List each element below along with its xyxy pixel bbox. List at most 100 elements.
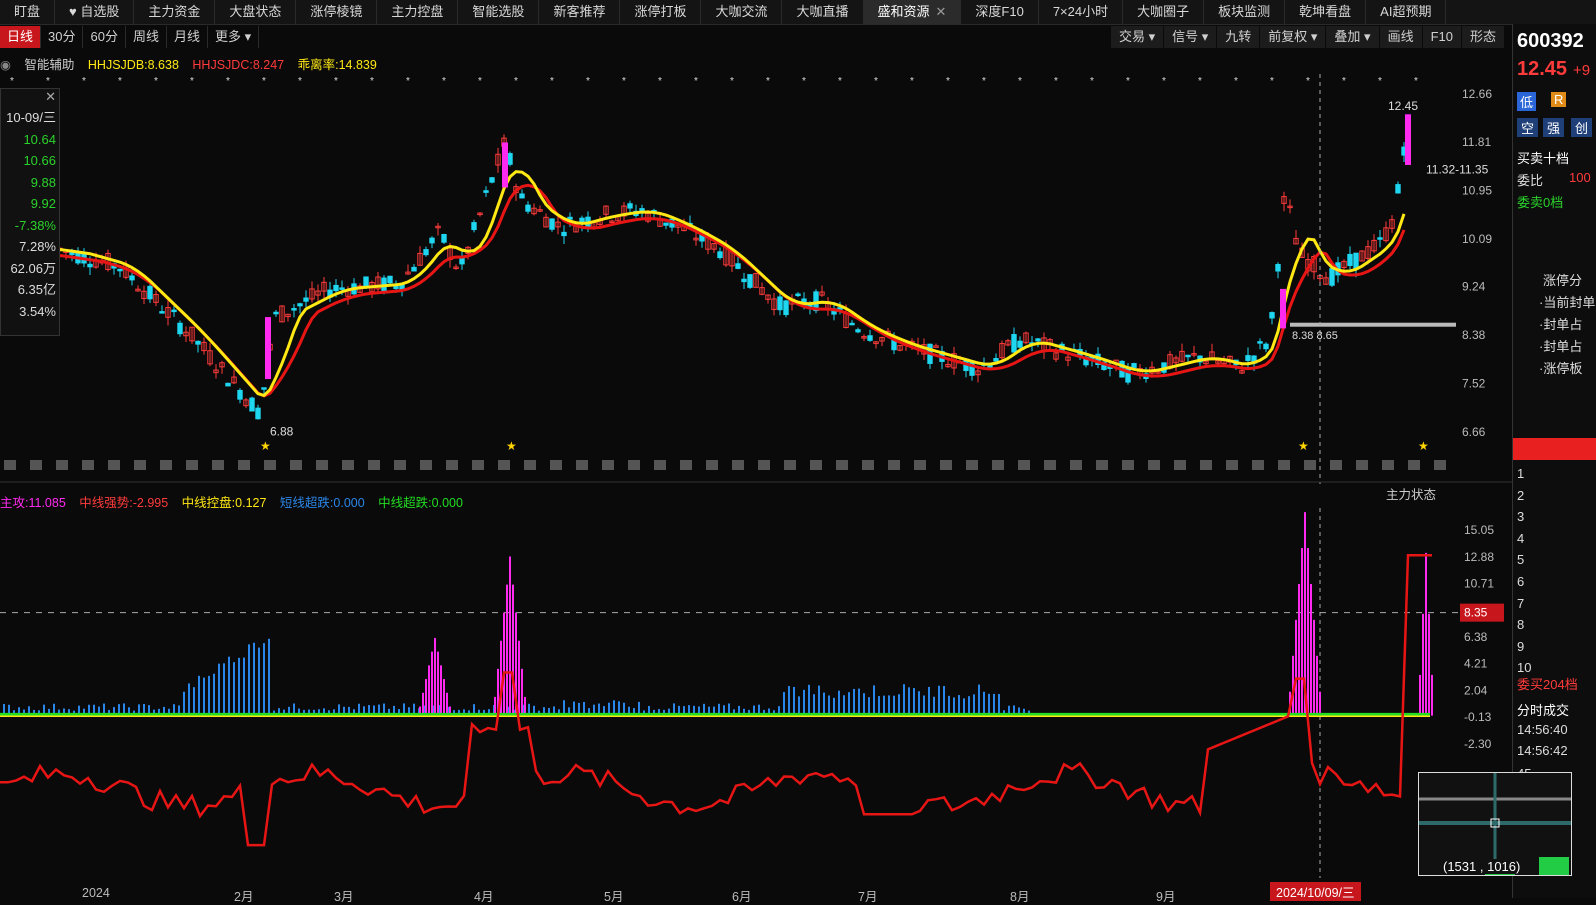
tool-0[interactable]: 交易 ▾ [1110, 26, 1164, 48]
nav-tab-9[interactable]: 大咖交流 [701, 0, 783, 24]
tool-3[interactable]: 前复权 ▾ [1260, 26, 1326, 48]
nav-tab-17[interactable]: AI超预期 [1366, 0, 1447, 24]
tool-2[interactable]: 九转 [1217, 26, 1260, 48]
period-0[interactable]: 日线 [0, 26, 42, 48]
candle-body [1377, 237, 1383, 240]
tool-1[interactable]: 信号 ▾ [1164, 26, 1217, 48]
book-title[interactable]: 买卖十档 [1517, 148, 1569, 167]
event-chip [1044, 460, 1056, 470]
signal-star: * [730, 76, 734, 87]
event-chip [1096, 460, 1108, 470]
assist-label[interactable]: 智能辅助 [24, 58, 74, 72]
nav-tab-12[interactable]: 深度F10 [961, 0, 1039, 24]
nav-tab-16[interactable]: 乾坤看盘 [1285, 0, 1367, 24]
signal-star: * [586, 76, 590, 87]
event-chip [1122, 460, 1134, 470]
candle-body [225, 382, 231, 387]
event-chip [862, 460, 874, 470]
nav-tab-3[interactable]: 大盘状态 [215, 0, 297, 24]
candle-body [525, 204, 531, 212]
signal-star: * [1306, 76, 1310, 87]
stock-change: +9 [1573, 62, 1591, 79]
signal-star: * [190, 76, 194, 87]
event-chip [134, 460, 146, 470]
event-chip [888, 460, 900, 470]
event-chip [498, 460, 510, 470]
event-chip [758, 460, 770, 470]
tool-4[interactable]: 叠加 ▾ [1326, 26, 1379, 48]
indicator-tick: 6.38 [1464, 630, 1488, 644]
btn-short[interactable]: 空 [1517, 118, 1539, 137]
period-2[interactable]: 60分 [83, 26, 126, 48]
period-1[interactable]: 30分 [41, 26, 84, 48]
price-tick: 10.95 [1462, 183, 1492, 197]
candle-body [471, 222, 477, 231]
btn-gem[interactable]: 创 [1571, 118, 1593, 137]
period-4[interactable]: 月线 [167, 26, 208, 48]
event-chip [394, 460, 406, 470]
indicator-chart[interactable]: 15.05 12.88 10.71 8.35 6.38 4.21 2.04 -0.13 -2.3… [0, 508, 1512, 888]
nav-tab-4[interactable]: 涨停棱镜 [296, 0, 378, 24]
x-tick: 5月 [604, 890, 624, 904]
limit-item-4: ·涨停板 [1539, 361, 1583, 376]
x-tick: 6月 [732, 890, 752, 904]
event-chip [1018, 460, 1030, 470]
low-tag[interactable]: 低 [1517, 92, 1537, 111]
event-chip [1356, 460, 1368, 470]
candle-body [993, 358, 999, 362]
nav-tab-1[interactable]: ♥ 自选股 [55, 0, 135, 24]
btn-strong[interactable]: 强 [1543, 118, 1565, 137]
event-chip [342, 460, 354, 470]
nav-tab-8[interactable]: 涨停打板 [620, 0, 702, 24]
assist-icon[interactable]: ◉ [0, 58, 11, 72]
candle-body [423, 249, 429, 256]
signal-star: * [226, 76, 230, 87]
event-chip [680, 460, 692, 470]
signal-star: * [1126, 76, 1130, 87]
candle-body [1275, 263, 1281, 272]
signal-star: * [802, 76, 806, 87]
signal-star: * [298, 76, 302, 87]
nav-tab-10[interactable]: 大咖直播 [782, 0, 864, 24]
stock-price: 12.45 [1517, 58, 1568, 80]
x-tick: 2月 [234, 890, 254, 904]
nav-tab-11[interactable]: 盛和资源 ✕ [863, 0, 962, 24]
signal-star: * [874, 76, 878, 87]
tool-5[interactable]: 画线 [1379, 26, 1422, 48]
period-5[interactable]: 更多 ▾ [208, 26, 260, 48]
bias-value: 乖离率:14.839 [297, 58, 377, 72]
signal-star: * [1342, 76, 1346, 87]
limit-up-candle [1405, 114, 1411, 165]
nav-tab-6[interactable]: 智能选股 [458, 0, 540, 24]
nav-tab-7[interactable]: 新客推荐 [539, 0, 621, 24]
event-chip [1200, 460, 1212, 470]
candle-body [507, 153, 513, 165]
signal-star: * [694, 76, 698, 87]
close-icon[interactable]: ✕ [1, 89, 59, 107]
price-tick: 9.24 [1462, 280, 1486, 294]
candle-body [387, 275, 393, 284]
nav-tab-14[interactable]: 大咖圈子 [1123, 0, 1205, 24]
info-open: 10.64 [23, 131, 56, 147]
r-tag[interactable]: R [1551, 92, 1567, 107]
candle-body [1017, 340, 1023, 348]
tool-7[interactable]: 形态 [1461, 26, 1504, 48]
candle-body [1395, 184, 1401, 194]
nav-tab-5[interactable]: 主力控盘 [377, 0, 459, 24]
main-chart[interactable]: * * * * * * * * * * * * * * * * * * * * * * * * * * * * * * * * * * * * * * * *… [0, 74, 1512, 484]
price-tick: 11.81 [1462, 135, 1491, 149]
candle-body [291, 308, 297, 311]
top-nav: 盯盘 ♥ 自选股 主力资金 大盘状态 涨停棱镜 主力控盘 智能选股 新客推荐 涨停打板 大咖交流大… [0, 0, 1596, 25]
jdc-value: HHJSJDC:8.247 [192, 58, 285, 72]
signal-star: * [334, 76, 338, 87]
ticks-title[interactable]: 分时成交 [1517, 700, 1569, 719]
nav-tab-13[interactable]: 7×24小时 [1039, 0, 1124, 24]
nav-tab-15[interactable]: 板块监测 [1204, 0, 1286, 24]
nav-tab-0[interactable]: 盯盘 [0, 0, 56, 24]
signal-star-gold: ★ [1298, 439, 1309, 453]
close-tab-icon[interactable]: ✕ [936, 4, 947, 19]
period-3[interactable]: 周线 [126, 26, 167, 48]
tool-6[interactable]: F10 [1422, 26, 1461, 48]
nav-tab-2[interactable]: 主力资金 [134, 0, 216, 24]
event-chip [264, 460, 276, 470]
